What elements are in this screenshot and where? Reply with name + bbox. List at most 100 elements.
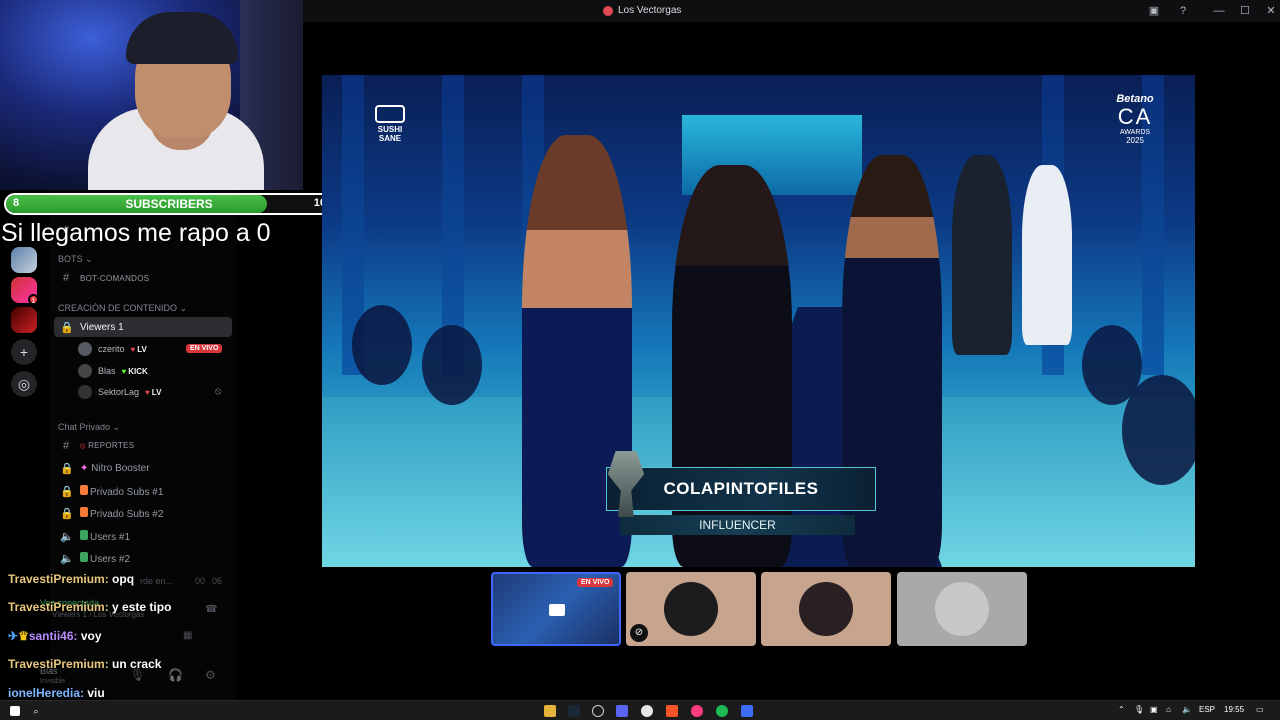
green-square-icon <box>80 529 88 540</box>
channel-reportes[interactable]: # ⦸ REPORTES <box>54 436 232 456</box>
steam-icon[interactable] <box>568 705 580 717</box>
lock-icon: 🔒 <box>60 485 74 498</box>
voice-channel-viewers[interactable]: 🔒 Viewers 1 <box>54 317 232 337</box>
channel-privado-subs-1[interactable]: 🔒 Privado Subs #1 <box>54 481 232 501</box>
screen-share-icon <box>549 604 565 616</box>
subscriber-current: 8 <box>13 197 20 209</box>
ghost-timer-right: 06 <box>212 576 223 586</box>
avatar <box>799 582 853 636</box>
add-server-icon[interactable]: + <box>11 339 37 365</box>
language-indicator[interactable]: ESP <box>1199 705 1215 714</box>
channel-label: Privado Subs #1 <box>90 486 164 498</box>
maximize-button[interactable]: ☐ <box>1237 3 1253 19</box>
channel-label-wrap: ✦ Nitro Booster <box>80 463 150 474</box>
chat-username: TravestiPremium: <box>8 600 109 614</box>
category-label: CREACIÓN DE CONTENIDO <box>58 303 178 313</box>
brave-icon[interactable] <box>666 705 678 717</box>
clock-app-icon[interactable] <box>592 705 604 717</box>
scene-table <box>1122 375 1195 485</box>
window-titlebar: Los Vectorgas ▣ ? — ☐ ✕ <box>303 0 1280 22</box>
user-status: Invisible <box>40 678 66 685</box>
avatar <box>78 342 92 356</box>
channel-users-2[interactable]: 🔈 Users #2 <box>54 548 232 568</box>
green-square-icon <box>80 551 88 562</box>
chrome-icon[interactable] <box>641 705 653 717</box>
spotify-icon[interactable] <box>716 705 728 717</box>
tray-chevron-icon[interactable]: ⌃ <box>1118 705 1125 714</box>
scene-table <box>422 325 482 405</box>
subscriber-goal-bar: SUBSCRIBERS 8 10 <box>4 193 334 215</box>
voice-user-name: Blas <box>98 366 116 376</box>
ghost-timer-left: 00 <box>195 576 206 586</box>
network-icon[interactable]: ⌂ <box>1166 705 1171 714</box>
channel-users-1[interactable]: 🔈 Users #1 <box>54 526 232 546</box>
speaker-icon: 🔈 <box>60 552 74 565</box>
volume-icon[interactable]: 🔈 <box>1182 705 1192 714</box>
close-button[interactable]: ✕ <box>1263 3 1279 19</box>
search-icon[interactable]: ⌕ <box>30 705 42 717</box>
voice-user-name: SektorLag <box>98 387 140 397</box>
help-icon[interactable]: ? <box>1175 3 1191 19</box>
award-subtitle: AWARDS <box>1119 129 1151 136</box>
subscriber-goal-label: SUBSCRIBERS <box>125 197 213 211</box>
stream-view[interactable]: SUSHI SANE Betano CA AWARDS 2025 COLAPIN… <box>322 75 1195 567</box>
discover-icon[interactable]: ◎ <box>11 371 37 397</box>
chat-message: ionelHeredia: viu <box>8 686 105 700</box>
sushi-icon <box>375 105 405 123</box>
server-icon[interactable] <box>11 307 37 333</box>
channel-label: Privado Subs #2 <box>90 508 164 520</box>
chat-message: ✈♛santii46: voy <box>8 629 102 643</box>
discord-icon[interactable] <box>616 705 628 717</box>
channel-nitro[interactable]: 🔒 ✦ Nitro Booster <box>54 458 232 478</box>
voice-user-czerito[interactable]: czerito ♥ LV <box>78 339 147 359</box>
windows-start-icon[interactable] <box>10 706 20 716</box>
participant-tile-stream[interactable]: EN VIVO <box>491 572 621 646</box>
tray-app-icon[interactable]: ▣ <box>1150 705 1158 714</box>
category-chat-privado[interactable]: Chat Privado ⌄ <box>58 422 120 433</box>
lock-icon: 🔒 <box>60 321 74 334</box>
lock-icon: 🔒 <box>60 507 74 520</box>
lv-tag: ♥ LV <box>130 344 147 354</box>
lv-tag: ♥ LV <box>145 387 162 397</box>
settings-gear-icon[interactable]: ⚙ <box>205 668 216 682</box>
webcam-person-headphones <box>126 12 238 64</box>
channel-privado-subs-2[interactable]: 🔒 Privado Subs #2 <box>54 503 232 523</box>
participant-tile[interactable]: ⊘ <box>626 572 756 646</box>
headphones-icon[interactable]: 🎧 <box>168 668 183 682</box>
hash-icon: # <box>62 272 70 284</box>
inbox-icon[interactable]: ▣ <box>1146 3 1162 19</box>
clock[interactable]: 19:55 <box>1224 705 1244 714</box>
orange-square-icon <box>80 484 88 495</box>
voice-user-sektorlag[interactable]: SektorLag ♥ LV <box>78 382 161 402</box>
app-icon[interactable] <box>741 705 753 717</box>
file-explorer-icon[interactable] <box>544 705 556 717</box>
tray-mic-icon[interactable]: 🎙 <box>1134 705 1144 714</box>
media-app-icon[interactable] <box>691 705 703 717</box>
channel-bot-comandos[interactable]: # BOT-COMANDOS <box>54 268 232 288</box>
channel-label-wrap: Users #2 <box>80 551 130 565</box>
category-label: Chat Privado <box>58 422 111 432</box>
server-icon[interactable]: 1 <box>11 277 39 305</box>
badge-icon: ✈ <box>8 629 19 643</box>
soundboard-icon[interactable]: ▦ <box>183 630 192 641</box>
no-entry-icon: ⦸ <box>80 441 86 450</box>
scene-person <box>952 155 1012 355</box>
voice-user-blas[interactable]: Blas ♥ KICK <box>78 361 148 381</box>
participant-tile[interactable] <box>761 572 891 646</box>
channel-label: Viewers 1 <box>80 321 124 333</box>
sponsor-logo: SUSHI SANE <box>370 105 410 144</box>
avatar <box>935 582 989 636</box>
lower-third-name: COLAPINTOFILES <box>606 467 876 511</box>
channel-label-wrap: Users #1 <box>80 529 130 543</box>
scene-table <box>352 305 412 385</box>
category-bots[interactable]: BOTS ⌄ <box>58 254 93 265</box>
server-icon[interactable] <box>11 247 37 273</box>
crown-icon: ♛ <box>18 629 29 643</box>
participant-tile[interactable] <box>897 572 1027 646</box>
disconnect-icon[interactable]: ☎ <box>205 604 217 615</box>
speaker-icon: 🔈 <box>60 530 74 543</box>
category-creacion[interactable]: CREACIÓN DE CONTENIDO ⌄ <box>58 303 187 314</box>
notifications-icon[interactable]: ▭ <box>1256 705 1264 714</box>
minimize-button[interactable]: — <box>1211 3 1227 19</box>
chat-message: TravestiPremium: opq <box>8 572 134 586</box>
